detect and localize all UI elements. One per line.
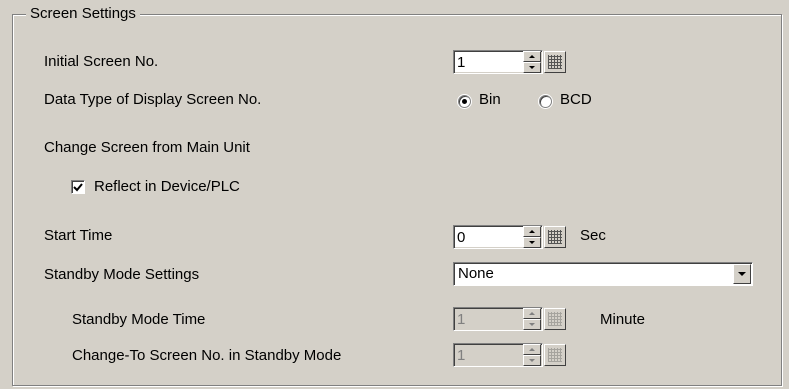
checkmark-icon (73, 183, 83, 192)
change-screen-label: Change Screen from Main Unit (44, 139, 250, 156)
spin-down-icon[interactable] (523, 62, 541, 73)
spin-down-icon[interactable] (523, 355, 541, 366)
spin-up-icon[interactable] (523, 308, 541, 319)
start-time-spin[interactable] (523, 226, 541, 248)
keypad-icon[interactable] (544, 344, 566, 366)
reflect-checkbox[interactable] (71, 180, 85, 194)
standby-time-spin[interactable] (523, 308, 541, 330)
radio-bin[interactable] (458, 95, 471, 108)
change-to-screen-input[interactable] (454, 345, 517, 365)
initial-screen-input[interactable] (454, 52, 517, 72)
change-to-screen-spin[interactable] (523, 344, 541, 366)
spin-up-icon[interactable] (523, 226, 541, 237)
start-time-input[interactable] (454, 227, 517, 247)
spin-down-icon[interactable] (523, 237, 541, 248)
data-type-label: Data Type of Display Screen No. (44, 91, 262, 108)
keypad-icon[interactable] (544, 226, 566, 248)
keypad-icon[interactable] (544, 308, 566, 330)
standby-mode-value: None (458, 265, 494, 282)
reflect-label: Reflect in Device/PLC (94, 178, 240, 195)
spin-up-icon[interactable] (523, 51, 541, 62)
group-title: Screen Settings (26, 5, 140, 22)
radio-bin-label: Bin (479, 91, 501, 108)
standby-time-unit: Minute (600, 311, 646, 328)
spin-up-icon[interactable] (523, 344, 541, 355)
change-to-screen-label: Change-To Screen No. in Standby Mode (72, 347, 342, 364)
standby-mode-select[interactable]: None (453, 262, 753, 286)
standby-mode-label: Standby Mode Settings (44, 266, 200, 283)
initial-screen-label: Initial Screen No. (44, 53, 159, 70)
chevron-down-icon[interactable] (733, 264, 751, 284)
start-time-unit: Sec (580, 227, 606, 244)
initial-screen-spin[interactable] (523, 51, 541, 73)
standby-time-input[interactable] (454, 309, 517, 329)
radio-bcd[interactable] (539, 95, 552, 108)
spin-down-icon[interactable] (523, 319, 541, 330)
keypad-icon[interactable] (544, 51, 566, 73)
standby-time-label: Standby Mode Time (72, 311, 206, 328)
start-time-label: Start Time (44, 227, 113, 244)
radio-bcd-label: BCD (560, 91, 592, 108)
